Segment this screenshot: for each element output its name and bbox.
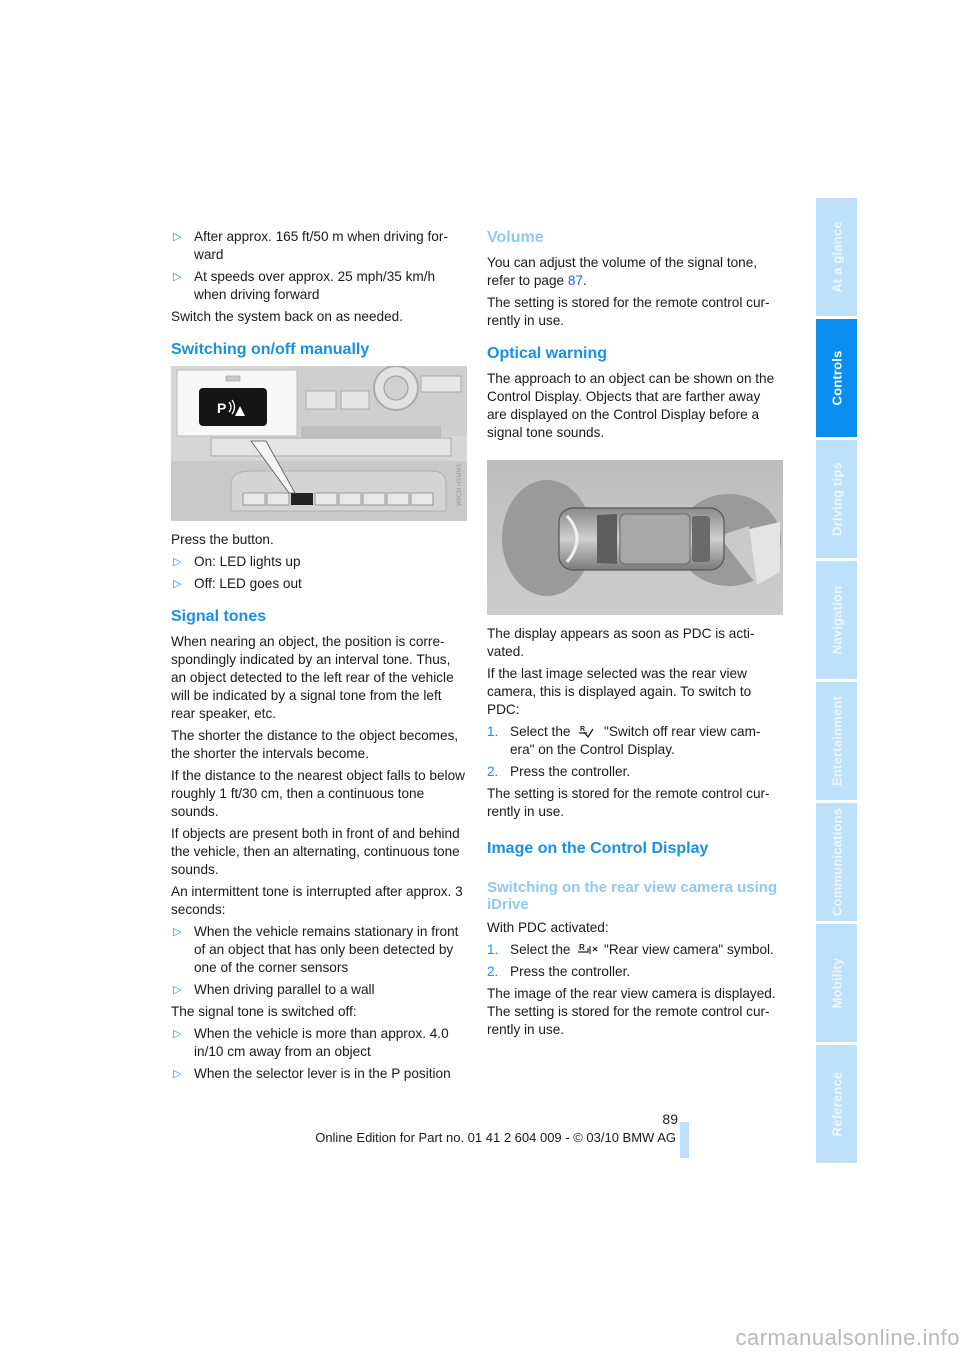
console-figure: P W8CM HSMMS xyxy=(171,366,467,521)
bullet-item: ▷ Off: LED goes out xyxy=(173,576,302,591)
chapter-tabs: At a glance Controls Driving tips Naviga… xyxy=(816,198,857,1166)
paragraph: The setting is stored for the remote con… xyxy=(487,295,770,328)
triangle-bullet-icon: ▷ xyxy=(173,984,182,996)
bullet-item: ▷ When the vehicle remains stationary in… xyxy=(173,924,459,975)
left-column: ▷ After approx. 165 ft/50 m when driving… xyxy=(171,228,467,1087)
triangle-bullet-icon: ▷ xyxy=(173,1028,182,1040)
paragraph: The image of the rear view camera is dis… xyxy=(487,986,776,1001)
right-column: Volume You can adjust the volume of the … xyxy=(487,228,783,1043)
step-item: 2. Press the controller. xyxy=(487,964,631,979)
bullet-item: ▷ When the selector lever is in the P po… xyxy=(173,1066,451,1081)
step-item: 1. Select the R "Switch off rear view ca… xyxy=(487,724,761,757)
section-heading-volume: Volume xyxy=(487,229,544,246)
pdc-display-figure xyxy=(487,460,783,615)
section-heading-manual: Switching on/off manually xyxy=(171,341,370,358)
tab-reference[interactable]: Reference xyxy=(816,1045,857,1163)
paragraph: The display appears as soon as PDC is ac… xyxy=(487,626,755,659)
press-text: Press the button. xyxy=(171,532,274,547)
section-heading-signal-tones: Signal tones xyxy=(171,608,267,625)
rear-camera-icon: R xyxy=(574,942,600,956)
section-heading-optical: Optical warning xyxy=(487,345,608,362)
paragraph: If the last image selected was the rear … xyxy=(487,666,752,717)
tab-driving-tips[interactable]: Driving tips xyxy=(816,440,857,558)
tab-communications[interactable]: Communications xyxy=(816,803,857,921)
svg-text:P: P xyxy=(217,400,226,416)
tab-controls[interactable]: Controls xyxy=(816,319,857,437)
bullet-item: ▷ After approx. 165 ft/50 m when driving… xyxy=(173,229,448,262)
tab-at-a-glance[interactable]: At a glance xyxy=(816,198,857,316)
tab-entertainment[interactable]: Entertainment xyxy=(816,682,857,800)
paragraph: The setting is stored for the remote con… xyxy=(487,786,770,819)
triangle-bullet-icon: ▷ xyxy=(173,578,182,590)
footer-edition: Online Edition for Part no. 01 41 2 604 … xyxy=(315,1130,676,1145)
bullet-item: ▷ When driving parallel to a wall xyxy=(173,982,375,997)
pdc-illustration xyxy=(487,460,783,615)
triangle-bullet-icon: ▷ xyxy=(173,1068,182,1080)
step-item: 2. Press the controller. xyxy=(487,764,631,779)
page-number: 89 xyxy=(662,1111,678,1127)
triangle-bullet-icon: ▷ xyxy=(173,231,182,243)
tab-mobility[interactable]: Mobility xyxy=(816,924,857,1042)
triangle-bullet-icon: ▷ xyxy=(173,926,182,938)
intro-text: Switch the system back on as needed. xyxy=(171,309,403,324)
paragraph: When nearing an object, the position is … xyxy=(171,634,454,721)
paragraph: If objects are present both in front of … xyxy=(171,826,460,877)
paragraph: You can adjust the volume of the signal … xyxy=(487,255,758,288)
section-heading-image: Image on the Control Display xyxy=(487,840,709,857)
tab-navigation[interactable]: Navigation xyxy=(816,561,857,679)
watermark: carmanualsonline.info xyxy=(735,1325,960,1350)
bullet-item: ▷ At speeds over approx. 25 mph/35 km/h … xyxy=(173,269,436,302)
bullet-item: ▷ When the vehicle is more than approx. … xyxy=(173,1026,449,1059)
triangle-bullet-icon: ▷ xyxy=(173,556,182,568)
svg-text:W8CM HSMMS: W8CM HSMMS xyxy=(457,464,463,506)
paragraph: The setting is stored for the remote con… xyxy=(487,1004,770,1037)
camera-off-icon: R xyxy=(574,724,600,739)
paragraph: With PDC activated: xyxy=(487,920,609,935)
bullet-item: ▷ On: LED lights up xyxy=(173,554,301,569)
paragraph: The signal tone is switched off: xyxy=(171,1004,357,1019)
paragraph: The approach to an object can be shown o… xyxy=(487,371,775,440)
console-illustration: P W8CM HSMMS xyxy=(171,366,467,521)
subheading-rear-camera: Switching on the rear view camera using … xyxy=(487,879,778,913)
paragraph: An intermittent tone is interrupted afte… xyxy=(171,884,463,917)
step-item: 1. Select the R "Rear view camera" symbo… xyxy=(487,942,774,957)
paragraph: The shorter the distance to the object b… xyxy=(171,728,459,761)
paragraph: If the distance to the nearest object fa… xyxy=(171,768,465,819)
svg-text:R: R xyxy=(579,943,585,952)
triangle-bullet-icon: ▷ xyxy=(173,271,182,283)
page-link[interactable]: 87 xyxy=(568,273,583,288)
page-marker-bar xyxy=(680,1122,689,1158)
